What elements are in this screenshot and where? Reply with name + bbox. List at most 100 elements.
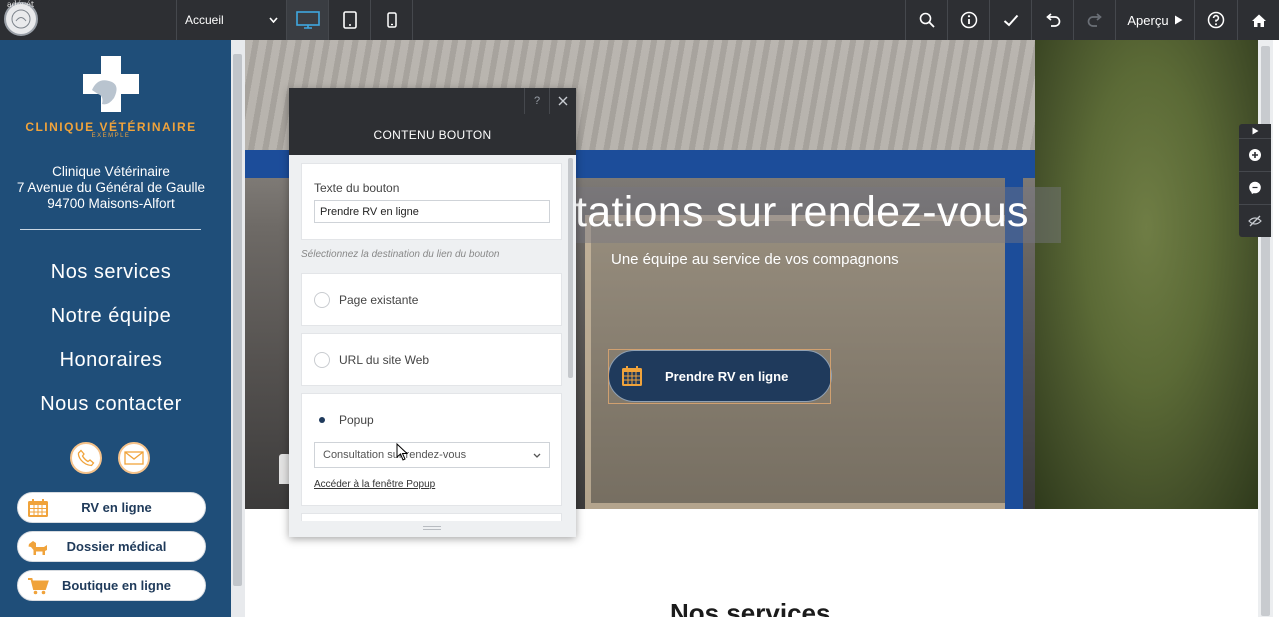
comments-button[interactable]: [1239, 171, 1271, 204]
hero-subtitle[interactable]: Une équipe au service de vos compagnons: [611, 251, 899, 268]
logo-mark-icon: [11, 9, 31, 29]
option-label: URL du site Web: [339, 353, 430, 367]
search-button[interactable]: [905, 0, 947, 40]
button-text-input[interactable]: [314, 200, 550, 223]
vet-cross-logo-icon: [83, 56, 139, 112]
editor-toolbar: adévét Accueil Aperçu: [0, 0, 1279, 40]
dialog-close-button[interactable]: [549, 88, 576, 114]
mobile-view-button[interactable]: [371, 0, 413, 40]
option-popup[interactable]: Popup Consultation sur rendez-vous Accéd…: [301, 393, 562, 506]
clinic-logo: [0, 54, 222, 123]
button-text-label: Texte du bouton: [314, 181, 400, 195]
check-icon: [1003, 14, 1018, 26]
page-selector-value: Accueil: [185, 13, 224, 27]
editor-logo: adévét: [0, 0, 177, 40]
mouse-cursor-icon: [396, 443, 408, 461]
next-option-card: [301, 513, 562, 521]
hero-photo-trees: [1035, 40, 1258, 509]
home-button[interactable]: [1237, 0, 1279, 40]
chevron-down-icon: [533, 453, 541, 458]
medical-record-button[interactable]: Dossier médical: [17, 531, 206, 562]
page-selector[interactable]: Accueil: [177, 0, 287, 40]
online-shop-label: Boutique en ligne: [61, 578, 172, 593]
redo-button[interactable]: [1073, 0, 1115, 40]
sidebar-nav: Nos services Notre équipe Honoraires Nou…: [0, 256, 222, 432]
play-icon: [1174, 15, 1183, 25]
online-shop-button[interactable]: Boutique en ligne: [17, 570, 206, 601]
desktop-view-button[interactable]: [287, 0, 329, 40]
button-content-dialog: ? CONTENU BOUTON Texte du bouton Sélecti…: [289, 88, 576, 537]
mobile-icon: [386, 12, 397, 28]
add-element-button[interactable]: [1239, 138, 1271, 171]
contact-icons: [70, 442, 150, 474]
nav-item-contact[interactable]: Nous contacter: [0, 388, 222, 432]
open-popup-link[interactable]: Accéder à la fenêtre Popup: [314, 479, 435, 490]
zoom-in-icon: [1249, 149, 1261, 161]
preview-button[interactable]: Aperçu: [1115, 0, 1195, 40]
dialog-body: Texte du bouton Sélectionnez la destinat…: [289, 155, 576, 521]
option-website-url[interactable]: URL du site Web: [301, 333, 562, 386]
sidebar-scrollbar[interactable]: [231, 40, 245, 617]
option-label: Page existante: [339, 293, 419, 307]
info-icon: [960, 11, 977, 29]
hero-cta-button[interactable]: Prendre RV en ligne: [608, 350, 832, 402]
medical-record-label: Dossier médical: [66, 539, 167, 554]
phone-button[interactable]: [70, 442, 102, 474]
popup-select[interactable]: Consultation sur rendez-vous: [314, 442, 550, 468]
email-button[interactable]: [118, 442, 150, 474]
cart-icon: [18, 577, 58, 595]
rv-online-button[interactable]: RV en ligne: [17, 492, 206, 523]
hide-elements-button[interactable]: [1239, 204, 1271, 237]
phone-icon: [77, 449, 95, 467]
calendar-icon: [609, 365, 655, 387]
mail-icon: [124, 451, 144, 465]
comment-icon: [1249, 181, 1261, 195]
redo-icon: [1087, 13, 1102, 27]
search-icon: [919, 12, 935, 28]
logo-badge-text: adévét: [7, 0, 35, 9]
calendar-icon: [18, 498, 58, 518]
eye-off-icon: [1248, 215, 1262, 227]
dialog-help-button[interactable]: ?: [524, 88, 549, 114]
info-button[interactable]: [947, 0, 989, 40]
sidebar-divider: [20, 229, 201, 230]
help-button[interactable]: [1195, 0, 1237, 40]
undo-button[interactable]: [1031, 0, 1073, 40]
option-existing-page[interactable]: Page existante: [301, 273, 562, 326]
address-line: 94700 Maisons-Alfort: [47, 196, 175, 211]
nav-item-team[interactable]: Notre équipe: [0, 300, 222, 344]
collapse-tools-button[interactable]: [1239, 124, 1271, 138]
close-icon: [558, 96, 568, 106]
tablet-view-button[interactable]: [329, 0, 371, 40]
side-tools-panel: [1239, 124, 1271, 237]
home-icon: [1251, 14, 1266, 27]
publish-check-button[interactable]: [989, 0, 1031, 40]
website-editor: adévét Accueil Aperçu CLINIQUE VÉTÉRINAI…: [0, 0, 1279, 617]
play-icon: [1252, 127, 1258, 135]
destination-hint: Sélectionnez la destination du lien du b…: [301, 249, 500, 260]
sidebar-scroll-thumb[interactable]: [233, 54, 242, 586]
desktop-icon: [295, 11, 320, 29]
clinic-name: CLINIQUE VÉTÉRINAIRE: [25, 120, 197, 134]
help-icon: [1207, 11, 1225, 29]
rv-online-label: RV en ligne: [81, 500, 152, 515]
radio-existing-page[interactable]: [314, 292, 330, 308]
nav-item-services[interactable]: Nos services: [0, 256, 222, 300]
clinic-subtitle: EXEMPLE: [91, 133, 131, 139]
site-sidebar: CLINIQUE VÉTÉRINAIRE EXEMPLE Clinique Vé…: [0, 40, 231, 617]
radio-popup[interactable]: [314, 412, 330, 428]
radio-website-url[interactable]: [314, 352, 330, 368]
dialog-resize-handle[interactable]: [423, 526, 441, 530]
clinic-address: Clinique Vétérinaire 7 Avenue du Général…: [0, 164, 222, 212]
tablet-icon: [342, 11, 357, 29]
dialog-scrollbar[interactable]: [568, 158, 573, 378]
hero-title[interactable]: tations sur rendez-vous: [575, 188, 1095, 237]
window-edge: [1273, 40, 1279, 617]
preview-label: Aperçu: [1127, 12, 1169, 28]
nav-item-fees[interactable]: Honoraires: [0, 344, 222, 388]
services-title[interactable]: Nos services: [670, 598, 830, 617]
hero-cta-label: Prendre RV en ligne: [665, 368, 789, 384]
dog-icon: [18, 538, 58, 556]
button-text-card: Texte du bouton: [301, 163, 562, 240]
